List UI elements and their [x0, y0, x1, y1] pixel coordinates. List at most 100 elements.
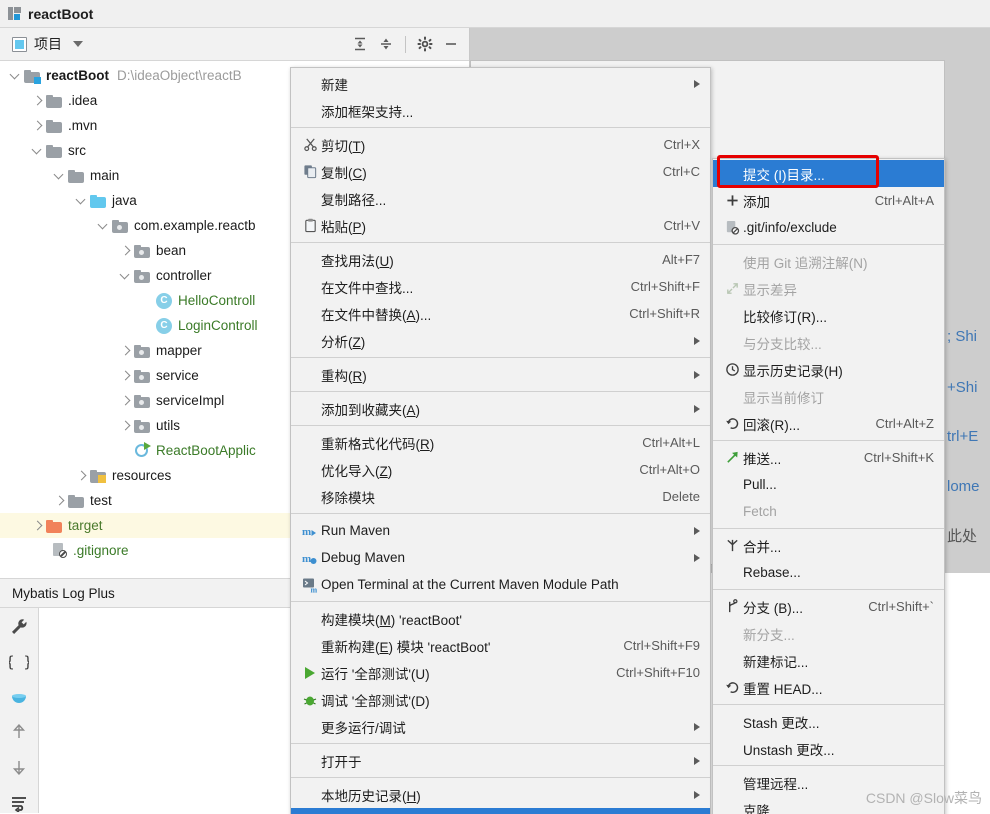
menu-item-new[interactable]: 新建: [291, 70, 710, 97]
menu-shortcut: Ctrl+Shift+`: [868, 599, 934, 614]
chevron-collapsed-icon[interactable]: [30, 118, 46, 134]
menu-item-find-usages[interactable]: 查找用法(U) Alt+F7: [291, 246, 710, 273]
minimize-icon[interactable]: [439, 32, 463, 56]
menu-separator: [291, 425, 710, 426]
menu-item-commit-directory[interactable]: 提交 (I)目录...: [713, 160, 944, 187]
wrench-icon[interactable]: [7, 616, 31, 638]
arrow-down-icon[interactable]: [7, 756, 31, 778]
menu-item-reset-head[interactable]: 重置 HEAD...: [713, 674, 944, 701]
menu-item-rebuild-module[interactable]: 重新构建(E) 模块 'reactBoot' Ctrl+Shift+F9: [291, 632, 710, 659]
folder-icon: [68, 494, 84, 508]
menu-item-local-history[interactable]: 本地历史记录(H): [291, 781, 710, 808]
menu-item-run-maven[interactable]: m Run Maven: [291, 517, 710, 544]
tree-label: LoginControll: [178, 318, 258, 333]
menu-item-analyze[interactable]: 分析(Z): [291, 327, 710, 354]
wrap-lines-icon[interactable]: [7, 791, 31, 813]
menu-item-git-info-exclude[interactable]: .git/info/exclude: [713, 214, 944, 241]
menu-item-build-module[interactable]: 构建模块(M) 'reactBoot': [291, 605, 710, 632]
chevron-collapsed-icon[interactable]: [118, 418, 134, 434]
menu-label: 新建标记...: [743, 654, 809, 670]
menu-item-open-terminal[interactable]: m Open Terminal at the Current Maven Mod…: [291, 571, 710, 598]
braces-icon[interactable]: { }: [7, 651, 31, 673]
expand-all-icon[interactable]: [348, 32, 372, 56]
project-context-menu[interactable]: 新建 添加框架支持... 剪切(T) Ctrl+X 复制(C) Ctrl+C 复…: [290, 67, 711, 814]
menu-item-rollback[interactable]: 回滚(R)... Ctrl+Alt+Z: [713, 410, 944, 437]
menu-item-merge[interactable]: 合并...: [713, 532, 944, 559]
menu-label: 分析(Z): [321, 334, 366, 350]
chevron-expanded-icon[interactable]: [74, 193, 90, 209]
menu-item-debug-maven[interactable]: m Debug Maven: [291, 544, 710, 571]
menu-item-replace-in-files[interactable]: 在文件中替换(A)... Ctrl+Shift+R: [291, 300, 710, 327]
menu-label: 在文件中查找...: [321, 280, 414, 296]
filter-bowl-icon[interactable]: [7, 686, 31, 708]
menu-item-git[interactable]: Git(G): [291, 808, 710, 814]
menu-item-find-in-files[interactable]: 在文件中查找... Ctrl+Shift+F: [291, 273, 710, 300]
menu-item-show-history[interactable]: 显示历史记录(H): [713, 356, 944, 383]
mybatis-log-title: Mybatis Log Plus: [12, 585, 115, 601]
class-icon: C: [156, 292, 172, 309]
menu-item-cut[interactable]: 剪切(T) Ctrl+X: [291, 131, 710, 158]
toolbar-divider: [405, 35, 406, 53]
menu-item-compare-revision[interactable]: 比较修订(R)...: [713, 302, 944, 329]
module-icon: [8, 7, 21, 20]
menu-item-new-tag[interactable]: 新建标记...: [713, 647, 944, 674]
tree-label: main: [90, 168, 120, 183]
chevron-expanded-icon[interactable]: [118, 268, 134, 284]
menu-item-run-all-tests[interactable]: 运行 '全部测试'(U) Ctrl+Shift+F10: [291, 659, 710, 686]
chevron-collapsed-icon[interactable]: [118, 343, 134, 359]
menu-item-rebase[interactable]: Rebase...: [713, 559, 944, 586]
menu-item-remove-module[interactable]: 移除模块 Delete: [291, 483, 710, 510]
arrow-up-icon[interactable]: [7, 721, 31, 743]
submenu-arrow-icon: [694, 370, 700, 379]
menu-label: Rebase...: [743, 565, 801, 580]
chevron-expanded-icon[interactable]: [30, 143, 46, 159]
chevron-collapsed-icon[interactable]: [52, 493, 68, 509]
menu-item-reformat-code[interactable]: 重新格式化代码(R) Ctrl+Alt+L: [291, 429, 710, 456]
chevron-collapsed-icon[interactable]: [30, 93, 46, 109]
tab-project[interactable]: 项目: [12, 34, 83, 54]
menu-item-branches[interactable]: 分支 (B)... Ctrl+Shift+`: [713, 593, 944, 620]
menu-item-git-add[interactable]: 添加 Ctrl+Alt+A: [713, 187, 944, 214]
menu-item-stash-changes[interactable]: Stash 更改...: [713, 708, 944, 735]
menu-item-more-run-debug[interactable]: 更多运行/调试: [291, 713, 710, 740]
menu-item-open-in[interactable]: 打开于: [291, 747, 710, 774]
menu-item-paste[interactable]: 粘贴(P) Ctrl+V: [291, 212, 710, 239]
project-panel-actions: [348, 32, 463, 56]
menu-item-pull[interactable]: Pull...: [713, 471, 944, 498]
menu-item-debug-all-tests[interactable]: 调试 '全部测试'(D): [291, 686, 710, 713]
gear-icon[interactable]: [413, 32, 437, 56]
chevron-expanded-icon[interactable]: [96, 218, 112, 234]
collapse-all-icon[interactable]: [374, 32, 398, 56]
chevron-collapsed-icon[interactable]: [74, 468, 90, 484]
menu-separator: [291, 777, 710, 778]
menu-item-copy[interactable]: 复制(C) Ctrl+C: [291, 158, 710, 185]
chevron-collapsed-icon[interactable]: [118, 243, 134, 259]
chevron-expanded-icon[interactable]: [52, 168, 68, 184]
git-submenu[interactable]: 提交 (I)目录... 添加 Ctrl+Alt+A .git/info/excl…: [712, 158, 945, 814]
package-icon: [134, 344, 150, 358]
menu-item-optimize-imports[interactable]: 优化导入(Z) Ctrl+Alt+O: [291, 456, 710, 483]
maven-run-icon: m: [299, 523, 321, 539]
menu-item-copy-path[interactable]: 复制路径...: [291, 185, 710, 212]
tree-label: mapper: [156, 343, 202, 358]
menu-item-refactor[interactable]: 重构(R): [291, 361, 710, 388]
chevron-collapsed-icon[interactable]: [30, 518, 46, 534]
chevron-collapsed-icon[interactable]: [118, 368, 134, 384]
chevron-down-icon[interactable]: [73, 41, 83, 47]
menu-label: 运行 '全部测试'(U): [321, 666, 430, 682]
menu-label: 重新格式化代码(R): [321, 436, 435, 452]
merge-icon: [721, 538, 743, 553]
menu-item-add-framework-support[interactable]: 添加框架支持...: [291, 97, 710, 124]
folder-icon: [46, 119, 62, 133]
menu-label: 提交 (I)目录...: [743, 167, 825, 183]
menu-item-push[interactable]: 推送... Ctrl+Shift+K: [713, 444, 944, 471]
menu-item-add-to-favorites[interactable]: 添加到收藏夹(A): [291, 395, 710, 422]
chevron-expanded-icon[interactable]: [8, 68, 24, 84]
copy-icon: [299, 164, 321, 179]
menu-separator: [713, 765, 944, 766]
menu-label: 更多运行/调试: [321, 720, 406, 736]
menu-item-unstash-changes[interactable]: Unstash 更改...: [713, 735, 944, 762]
tree-label: target: [68, 518, 103, 533]
app-window: reactBoot ; Shi +Shi trl+E lome 此处 项目 re…: [0, 0, 990, 814]
chevron-collapsed-icon[interactable]: [118, 393, 134, 409]
